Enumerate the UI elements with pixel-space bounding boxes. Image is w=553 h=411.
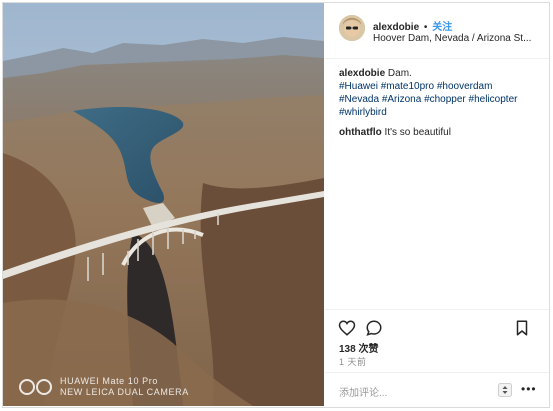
sort-icon[interactable] xyxy=(498,383,512,397)
post-header: alexdobie • 关注 Hoover Dam, Nevada / Ariz… xyxy=(325,3,549,59)
heart-icon[interactable] xyxy=(338,319,356,337)
comment-icon[interactable] xyxy=(365,319,383,337)
watermark-model: HUAWEI Mate 10 Pro xyxy=(60,376,158,386)
username-link[interactable]: alexdobie xyxy=(373,22,419,33)
camera-watermark: HUAWEI Mate 10 Pro NEW LEICA DUAL CAMERA xyxy=(19,376,189,398)
separator-dot: • xyxy=(423,22,428,33)
more-icon[interactable]: ••• xyxy=(521,382,537,396)
add-comment-bar: 添加评论... ••• xyxy=(325,372,549,407)
hashtag[interactable]: #chopper xyxy=(424,94,466,105)
location-link[interactable]: Hoover Dam, Nevada / Arizona St... xyxy=(373,33,545,44)
hashtag[interactable]: #whirlybird xyxy=(339,107,387,118)
hashtag[interactable]: #mate10pro xyxy=(381,81,434,92)
caption: alexdobie Dam. #Huawei #mate10pro #hoove… xyxy=(339,67,544,119)
watermark-camera: NEW LEICA DUAL CAMERA xyxy=(60,387,189,397)
hashtag[interactable]: #helicopter xyxy=(469,94,518,105)
leica-dual-lens-icon xyxy=(19,379,53,395)
comment-text: It's so beautiful xyxy=(384,127,451,138)
hashtag[interactable]: #Nevada xyxy=(339,94,379,105)
follow-button[interactable]: 关注 xyxy=(432,22,452,33)
caption-username[interactable]: alexdobie xyxy=(339,68,385,79)
avatar[interactable] xyxy=(339,15,365,41)
hashtag[interactable]: #hooverdam xyxy=(437,81,493,92)
comment-username[interactable]: ohthatflo xyxy=(339,127,382,138)
comments-list: alexdobie Dam. #Huawei #mate10pro #hoove… xyxy=(339,67,544,139)
hashtag[interactable]: #Arizona xyxy=(382,94,421,105)
comment-item: ohthatflo It's so beautiful xyxy=(339,126,544,139)
hoover-dam-image xyxy=(3,3,324,406)
caption-text: Dam. xyxy=(387,68,412,79)
post-actions: 138 次赞 1 天前 添加评论... ••• xyxy=(325,309,549,406)
post-timestamp[interactable]: 1 天前 xyxy=(339,355,367,368)
likes-count[interactable]: 138 次赞 xyxy=(339,340,378,355)
avatar-image xyxy=(339,15,365,41)
post-photo[interactable]: HUAWEI Mate 10 Pro NEW LEICA DUAL CAMERA xyxy=(3,3,324,406)
hashtag[interactable]: #Huawei xyxy=(339,81,378,92)
post-sidebar: alexdobie • 关注 Hoover Dam, Nevada / Ariz… xyxy=(325,3,549,406)
add-comment-input[interactable]: 添加评论... xyxy=(339,384,387,399)
bookmark-icon[interactable] xyxy=(513,319,531,337)
